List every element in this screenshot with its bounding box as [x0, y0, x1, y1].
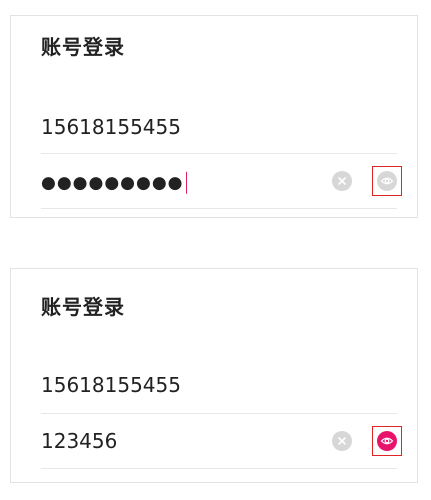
clear-icon[interactable]	[332, 431, 352, 451]
password-field[interactable]: 123456	[41, 414, 402, 468]
login-panel-password-shown: 账号登录 15618155455 123456	[10, 268, 418, 483]
password-field[interactable]: ●●●●●●●●●	[41, 154, 402, 208]
panel-title: 账号登录	[41, 35, 125, 59]
eye-icon[interactable]	[377, 431, 397, 451]
text-cursor	[185, 171, 187, 194]
phone-field[interactable]: 15618155455	[41, 100, 397, 154]
phone-value: 15618155455	[41, 373, 181, 397]
phone-field[interactable]: 15618155455	[41, 358, 397, 412]
toggle-visibility-highlight[interactable]	[372, 166, 402, 196]
panel-title: 账号登录	[41, 295, 125, 319]
phone-value: 15618155455	[41, 115, 181, 139]
password-value: 123456	[41, 429, 118, 453]
eye-icon[interactable]	[377, 171, 397, 191]
divider	[41, 208, 397, 209]
login-panel-password-hidden: 账号登录 15618155455 ●●●●●●●●●	[10, 15, 418, 218]
toggle-visibility-highlight[interactable]	[372, 426, 402, 456]
clear-icon[interactable]	[332, 171, 352, 191]
password-masked-value: ●●●●●●●●●	[41, 169, 187, 194]
divider	[41, 468, 397, 469]
